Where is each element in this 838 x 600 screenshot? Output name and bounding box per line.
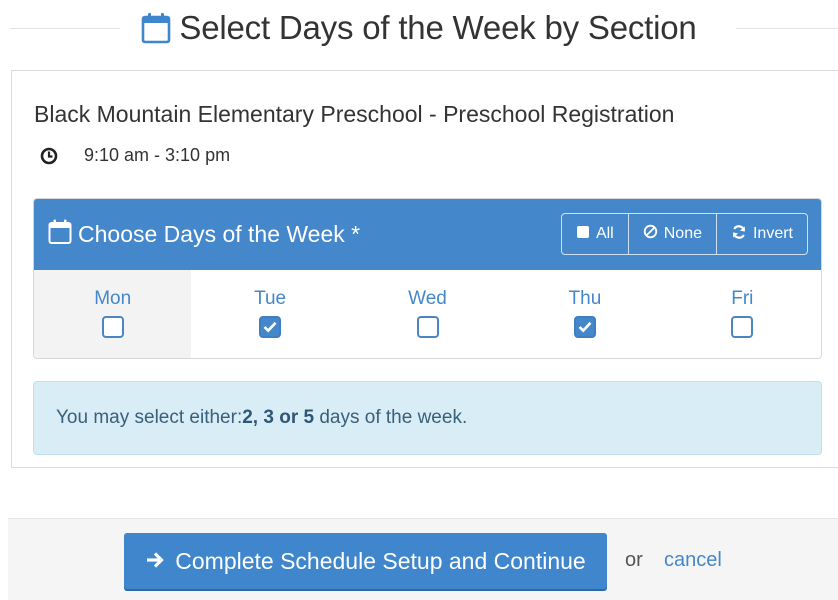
section-time-row: 9:10 am - 3:10 pm [40, 145, 230, 166]
complete-setup-label: Complete Schedule Setup and Continue [175, 547, 586, 574]
day-label-tue: Tue [254, 288, 287, 309]
clock-icon [40, 147, 58, 165]
day-column-mon: Mon [34, 270, 192, 358]
page-title-row: Select Days of the Week by Section [0, 0, 838, 56]
day-column-tue: Tue [191, 270, 348, 358]
ban-icon [643, 224, 658, 244]
selection-button-group: All None Invert [560, 213, 808, 255]
day-checkbox-wed[interactable] [416, 316, 439, 338]
day-column-fri: Fri [664, 270, 821, 358]
select-none-label: None [663, 225, 702, 242]
checkmark-icon [263, 321, 277, 333]
arrow-right-icon [145, 548, 165, 575]
page-title-group: Select Days of the Week by Section [141, 9, 697, 47]
info-prefix: You may select either: [56, 407, 243, 428]
square-icon [576, 225, 590, 244]
title-divider-right [736, 28, 838, 29]
calendar-icon [141, 12, 171, 44]
select-all-label: All [595, 225, 614, 242]
checkmark-icon [578, 321, 592, 333]
day-label-wed: Wed [408, 288, 447, 309]
section-time: 9:10 am - 3:10 pm [84, 145, 231, 165]
complete-setup-button[interactable]: Complete Schedule Setup and Continue [124, 533, 607, 589]
day-label-fri: Fri [731, 288, 754, 309]
day-label-mon: Mon [94, 288, 132, 309]
day-label-thu: Thu [568, 288, 602, 309]
cancel-link[interactable]: cancel [664, 549, 722, 572]
select-none-button[interactable]: None [629, 214, 717, 254]
info-or: or [273, 407, 304, 428]
days-panel: Choose Days of the Week * All None Inver… [33, 198, 822, 359]
form-footer: Complete Schedule Setup and Continue or … [8, 518, 838, 600]
days-panel-header: Choose Days of the Week * All None Inver… [34, 199, 821, 270]
day-count-info: You may select either: 2, 3 or 5 days of… [33, 381, 822, 455]
invert-selection-label: Invert [752, 225, 793, 242]
days-panel-heading: Choose Days of the Week * [78, 221, 361, 247]
days-row: Mon Tue Wed Thu Fri [34, 270, 821, 358]
page-title: Select Days of the Week by Section [179, 9, 697, 46]
day-checkbox-mon[interactable] [101, 316, 124, 338]
invert-selection-button[interactable]: Invert [717, 214, 807, 254]
info-last-option: 5 [303, 407, 315, 428]
day-checkbox-thu[interactable] [573, 316, 596, 338]
info-suffix: days of the week. [314, 407, 468, 428]
day-checkbox-fri[interactable] [731, 316, 754, 338]
day-column-thu: Thu [506, 270, 663, 358]
refresh-icon [731, 224, 747, 245]
calendar-icon [48, 219, 72, 250]
or-text: or [625, 549, 643, 571]
select-all-button[interactable]: All [562, 214, 629, 254]
day-checkbox-tue[interactable] [259, 316, 282, 338]
section-card: Black Mountain Elementary Preschool - Pr… [11, 70, 838, 468]
title-divider-left [10, 28, 120, 29]
section-name: Black Mountain Elementary Preschool - Pr… [34, 101, 675, 127]
info-options: 2, 3 [242, 407, 274, 428]
day-column-wed: Wed [349, 270, 506, 358]
